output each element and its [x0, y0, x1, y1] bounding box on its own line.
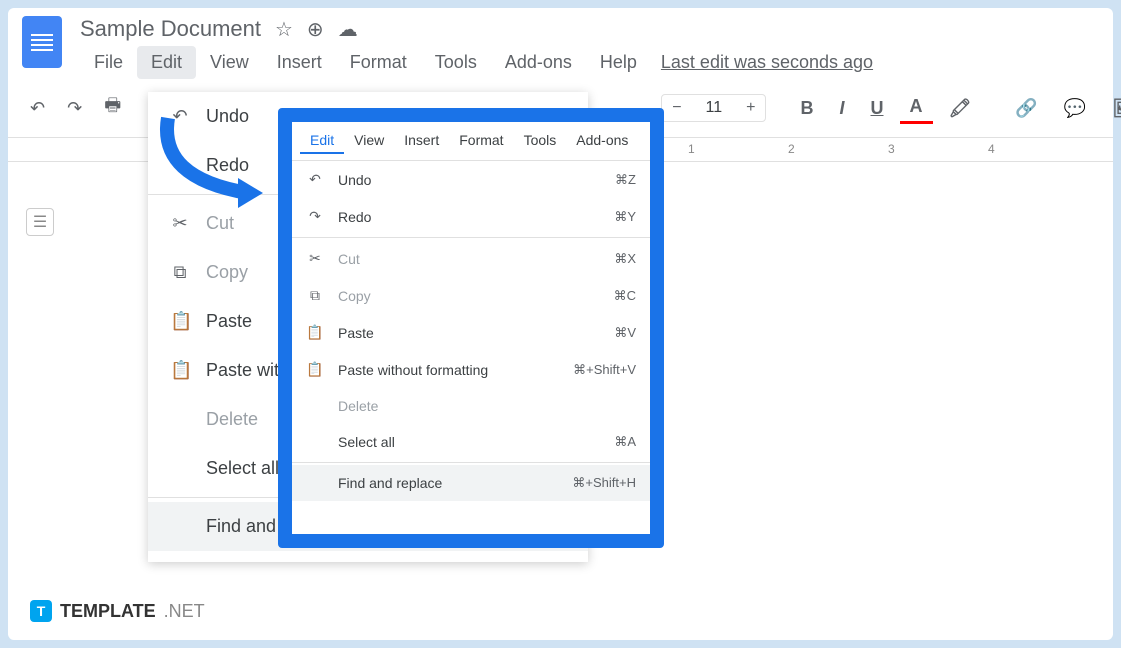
font-size-value[interactable]: 11 — [692, 95, 737, 121]
print-button[interactable]: 🖶 — [96, 87, 129, 129]
star-icon[interactable]: ☆ — [275, 17, 293, 42]
undo-button[interactable]: ↶ — [22, 92, 53, 125]
callout-undo[interactable]: ↶Undo⌘Z — [292, 161, 650, 198]
cut-icon: ✂ — [306, 250, 324, 267]
callout-cut[interactable]: ✂Cut⌘X — [292, 240, 650, 277]
paste-icon: 📋 — [306, 324, 324, 341]
document-title[interactable]: Sample Document — [80, 16, 261, 42]
move-icon[interactable]: ⊕ — [307, 17, 324, 42]
callout-delete[interactable]: Delete — [292, 388, 650, 424]
redo-icon: ↷ — [306, 208, 324, 225]
menu-insert[interactable]: Insert — [263, 46, 336, 79]
callout-redo[interactable]: ↷Redo⌘Y — [292, 198, 650, 235]
callout-menu-tools[interactable]: Tools — [514, 128, 567, 154]
menubar: File Edit View Insert Format Tools Add-o… — [80, 46, 1099, 79]
link-button[interactable]: 🔗 — [1005, 94, 1047, 123]
font-size-decrease[interactable]: − — [662, 95, 691, 121]
font-size-increase[interactable]: + — [736, 95, 765, 121]
image-button[interactable]: 🖼 — [1102, 94, 1121, 123]
menu-format[interactable]: Format — [336, 46, 421, 79]
copy-icon: ⧉ — [170, 262, 190, 283]
callout-paste[interactable]: 📋Paste⌘V — [292, 314, 650, 351]
callout-menu-edit[interactable]: Edit — [300, 128, 344, 154]
text-color-button[interactable]: A — [900, 92, 933, 124]
callout-edit-dropdown: ↶Undo⌘Z ↷Redo⌘Y ✂Cut⌘X ⧉Copy⌘C 📋Paste⌘V … — [292, 161, 650, 501]
menu-tools[interactable]: Tools — [421, 46, 491, 79]
callout-menu-addons[interactable]: Add-ons — [566, 128, 638, 154]
separator — [292, 237, 650, 238]
italic-button[interactable]: I — [829, 94, 854, 123]
callout-find-and-replace[interactable]: Find and replace⌘+Shift+H — [292, 465, 650, 501]
undo-icon: ↶ — [306, 171, 324, 188]
callout-menu-format[interactable]: Format — [449, 128, 513, 154]
redo-button[interactable]: ↷ — [59, 92, 90, 125]
underline-button[interactable]: U — [861, 94, 894, 123]
menu-file[interactable]: File — [80, 46, 137, 79]
last-edit-link[interactable]: Last edit was seconds ago — [661, 46, 873, 79]
paste-icon: 📋 — [170, 360, 190, 381]
menu-help[interactable]: Help — [586, 46, 651, 79]
comment-button[interactable]: 💬 — [1054, 94, 1096, 123]
cloud-icon[interactable]: ☁ — [338, 17, 358, 42]
menu-view[interactable]: View — [196, 46, 263, 79]
footer-brand: T TEMPLATE.NET — [30, 600, 205, 622]
paste-icon: 📋 — [306, 361, 324, 378]
template-logo-icon: T — [30, 600, 52, 622]
callout-menu-view[interactable]: View — [344, 128, 394, 154]
paste-icon: 📋 — [170, 311, 190, 332]
outline-icon[interactable]: ☰ — [26, 208, 54, 236]
callout-menu-insert[interactable]: Insert — [394, 128, 449, 154]
menu-edit[interactable]: Edit — [137, 46, 196, 79]
callout-panel: Edit View Insert Format Tools Add-ons ↶U… — [278, 108, 664, 548]
docs-icon[interactable] — [22, 16, 62, 68]
callout-paste-without-formatting[interactable]: 📋Paste without formatting⌘+Shift+V — [292, 351, 650, 388]
callout-menubar: Edit View Insert Format Tools Add-ons — [292, 122, 650, 161]
callout-select-all[interactable]: Select all⌘A — [292, 424, 650, 460]
highlight-button[interactable]: 🖍 — [939, 94, 982, 123]
copy-icon: ⧉ — [306, 287, 324, 304]
font-size-control: − 11 + — [661, 94, 766, 122]
callout-arrow-icon — [148, 108, 278, 218]
separator — [292, 462, 650, 463]
menu-addons[interactable]: Add-ons — [491, 46, 586, 79]
bold-button[interactable]: B — [790, 94, 823, 123]
callout-copy[interactable]: ⧉Copy⌘C — [292, 277, 650, 314]
